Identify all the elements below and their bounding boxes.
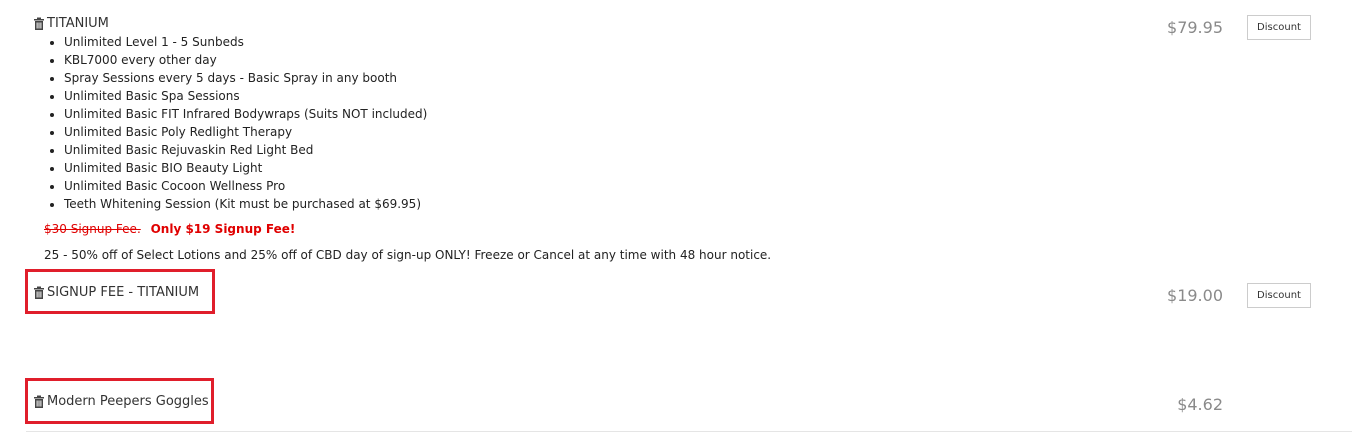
divider <box>26 431 1352 432</box>
list-item: Spray Sessions every 5 days - Basic Spra… <box>64 69 427 87</box>
cart-item-title-titanium: TITANIUM <box>33 16 109 31</box>
list-item: Teeth Whitening Session (Kit must be pur… <box>64 195 427 213</box>
list-item: Unlimited Level 1 - 5 Sunbeds <box>64 33 427 51</box>
list-item: Unlimited Basic FIT Infrared Bodywraps (… <box>64 105 427 123</box>
membership-note: 25 - 50% off of Select Lotions and 25% o… <box>44 248 772 262</box>
trash-icon[interactable] <box>33 395 45 408</box>
cart-item-title-goggles: Modern Peepers Goggles <box>33 394 209 409</box>
list-item: KBL7000 every other day <box>64 51 427 69</box>
trash-icon[interactable] <box>33 17 45 30</box>
old-signup-fee: $30 Signup Fee. <box>44 222 141 236</box>
item-title-text: TITANIUM <box>47 16 109 31</box>
cart-item-title-signup-fee: SIGNUP FEE - TITANIUM <box>33 285 199 300</box>
discount-button[interactable]: Discount <box>1247 283 1311 308</box>
item-price: $19.00 <box>1167 286 1223 305</box>
item-title-text: Modern Peepers Goggles <box>47 394 209 409</box>
list-item: Unlimited Basic BIO Beauty Light <box>64 159 427 177</box>
item-price: $4.62 <box>1177 395 1223 414</box>
cart-items: TITANIUM Unlimited Level 1 - 5 Sunbeds K… <box>0 0 1352 440</box>
item-price: $79.95 <box>1167 18 1223 37</box>
feature-list: Unlimited Level 1 - 5 Sunbeds KBL7000 ev… <box>44 33 427 213</box>
list-item: Unlimited Basic Cocoon Wellness Pro <box>64 177 427 195</box>
signup-fee-promo: $30 Signup Fee. Only $19 Signup Fee! <box>44 222 295 236</box>
item-title-text: SIGNUP FEE - TITANIUM <box>47 285 200 300</box>
trash-icon[interactable] <box>33 286 45 299</box>
list-item: Unlimited Basic Rejuvaskin Red Light Bed <box>64 141 427 159</box>
new-signup-fee: Only $19 Signup Fee! <box>150 222 296 236</box>
list-item: Unlimited Basic Spa Sessions <box>64 87 427 105</box>
discount-button[interactable]: Discount <box>1247 15 1311 40</box>
list-item: Unlimited Basic Poly Redlight Therapy <box>64 123 427 141</box>
